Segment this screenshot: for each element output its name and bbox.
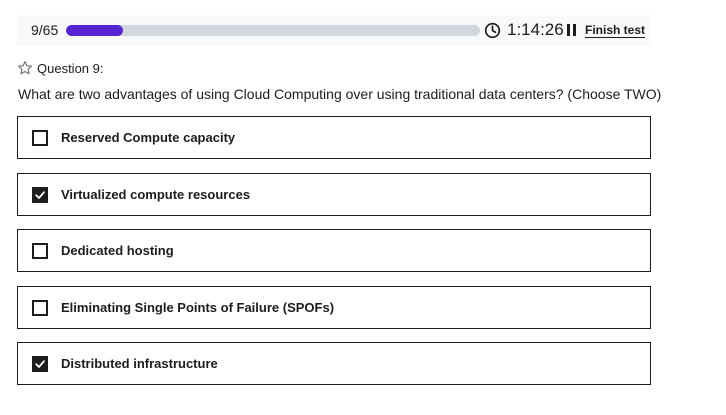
question-number: Question 9: — [37, 60, 104, 76]
answer-option[interactable]: Eliminating Single Points of Failure (SP… — [17, 286, 651, 329]
answer-option-label: Virtualized compute resources — [61, 187, 251, 202]
checkmark-icon — [35, 360, 45, 368]
answer-option[interactable]: Dedicated hosting — [17, 229, 651, 272]
top-bar: 9/65 1:14:26 Finish test — [17, 15, 651, 46]
answer-option[interactable]: Virtualized compute resources — [17, 173, 651, 216]
answer-option-label: Distributed infrastructure — [61, 356, 218, 371]
question-counter: 9/65 — [31, 22, 59, 38]
star-icon[interactable] — [17, 60, 33, 76]
answer-option-label: Dedicated hosting — [61, 243, 174, 258]
answer-option-label: Eliminating Single Points of Failure (SP… — [61, 300, 335, 315]
answer-option[interactable]: Reserved Compute capacity — [17, 116, 651, 159]
checkbox-unchecked[interactable] — [32, 300, 48, 316]
answer-option[interactable]: Distributed infrastructure — [17, 342, 651, 385]
checkbox-unchecked[interactable] — [32, 130, 48, 146]
checkbox-checked[interactable] — [32, 187, 48, 203]
answer-option-label: Reserved Compute capacity — [61, 130, 236, 145]
checkbox-unchecked[interactable] — [32, 243, 48, 259]
pause-icon[interactable] — [567, 24, 577, 36]
checkmark-icon — [35, 191, 45, 199]
clock-icon — [484, 22, 501, 39]
finish-test-button[interactable]: Finish test — [585, 23, 645, 37]
question-text: What are two advantages of using Cloud C… — [18, 86, 662, 102]
question-header: Question 9: — [17, 60, 104, 76]
progress-bar-fill — [66, 25, 124, 36]
progress-bar — [66, 25, 480, 36]
checkbox-checked[interactable] — [32, 356, 48, 372]
timer: 1:14:26 — [507, 20, 564, 39]
